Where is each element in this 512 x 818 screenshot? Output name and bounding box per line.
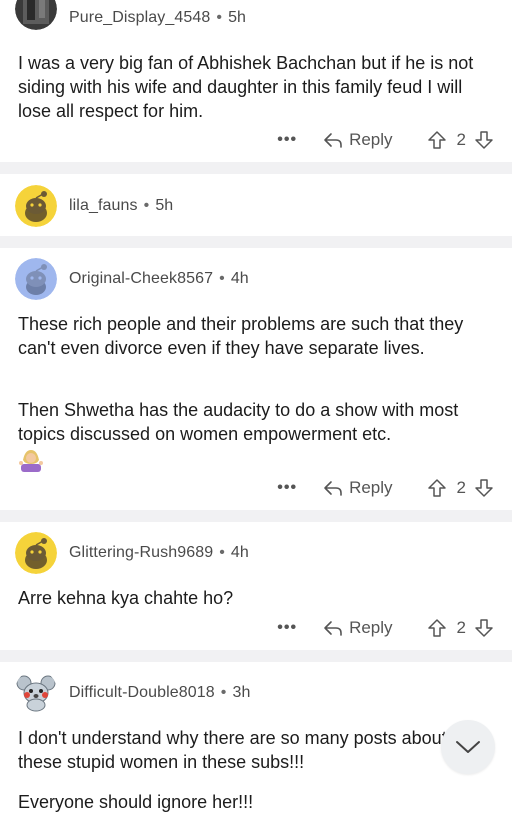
comment-meta: Difficult-Double8018 • 3h [69, 684, 251, 702]
timestamp: 4h [230, 270, 249, 287]
comment-text: I was a very big fan of Abhishek Bachcha… [18, 53, 474, 121]
comment-meta: Original-Cheek8567 • 4h [69, 270, 249, 288]
reply-label: Reply [349, 478, 393, 497]
reply-arrow-icon [324, 621, 342, 636]
reply-button[interactable]: Reply [323, 478, 393, 498]
timestamp: 5h [155, 197, 174, 214]
timestamp: 3h [232, 684, 251, 701]
dark-avatar-icon [15, 0, 57, 30]
timestamp: 4h [230, 544, 249, 561]
upvote-icon[interactable] [427, 130, 447, 150]
meta-dot: • [219, 544, 225, 561]
comment-glittering-rush: Glittering-Rush9689 • 4h Arre kehna kya ch… [0, 522, 512, 650]
username[interactable]: lila_fauns [69, 197, 138, 214]
comment-separator [0, 650, 512, 662]
woman-shrugging-emoji [19, 450, 43, 472]
vote-count: 2 [456, 618, 466, 637]
comment-actions: ••• Reply 2 [277, 125, 494, 155]
comment-meta: Glittering-Rush9689 • 4h [69, 544, 249, 562]
upvote-icon[interactable] [427, 618, 447, 638]
chevron-down-icon [456, 741, 480, 753]
comment-meta: Pure_Display_4548 • 5h [69, 9, 246, 27]
yellow-snoo-avatar-icon [15, 185, 57, 227]
avatar[interactable] [15, 670, 57, 712]
scroll-down-button[interactable] [441, 720, 495, 774]
downvote-icon[interactable] [474, 130, 494, 150]
meta-dot: • [219, 270, 225, 287]
comment-paragraph: Everyone should ignore her!!! [18, 792, 254, 812]
comment-original-cheek: Original-Cheek8567 • 4h These rich people … [0, 248, 512, 510]
koala-snoo-avatar-icon [15, 670, 57, 712]
avatar[interactable] [15, 258, 57, 300]
reply-button[interactable]: Reply [323, 130, 393, 150]
timestamp: 5h [228, 9, 247, 26]
avatar[interactable] [15, 0, 57, 30]
comment-paragraph: I don't understand why there are so many… [18, 728, 447, 772]
reply-button[interactable]: Reply [323, 618, 393, 638]
comment-separator [0, 510, 512, 522]
more-options-button[interactable]: ••• [277, 619, 297, 637]
comment-meta: lila_fauns • 5h [69, 197, 173, 215]
yellow-snoo-avatar-icon [15, 532, 57, 574]
comment-difficult-double: Difficult-Double8018 • 3h I don't understa… [0, 662, 512, 818]
vote-count: 2 [456, 478, 466, 497]
username[interactable]: Difficult-Double8018 [69, 684, 215, 701]
reply-arrow-icon [324, 481, 342, 496]
reply-label: Reply [349, 130, 393, 149]
reply-arrow-icon [324, 133, 342, 148]
upvote-icon[interactable] [427, 478, 447, 498]
more-options-button[interactable]: ••• [277, 479, 297, 497]
comment-text: Arre kehna kya chahte ho? [18, 588, 234, 608]
comment-separator [0, 162, 512, 174]
more-options-button[interactable]: ••• [277, 131, 297, 149]
meta-dot: • [216, 9, 223, 26]
downvote-icon[interactable] [474, 618, 494, 638]
comment-paragraph: Then Shwetha has the audacity to do a sh… [18, 400, 459, 444]
username[interactable]: Glittering-Rush9689 [69, 544, 213, 561]
meta-dot: • [143, 197, 150, 214]
vote-control: 2 [427, 130, 494, 150]
username[interactable]: Pure_Display_4548 [69, 9, 210, 26]
comment-pure-display: Pure_Display_4548 • 5h I was a very big fa… [0, 0, 512, 162]
comment-lila-fauns[interactable]: lila_fauns • 5h [0, 174, 512, 236]
reply-label: Reply [349, 618, 393, 637]
comment-actions: ••• Reply 2 [277, 613, 494, 643]
avatar[interactable] [15, 185, 57, 227]
blue-snoo-avatar-icon [15, 258, 57, 300]
avatar[interactable] [15, 532, 57, 574]
comment-separator [0, 236, 512, 248]
username[interactable]: Original-Cheek8567 [69, 270, 213, 287]
vote-control: 2 [427, 618, 494, 638]
vote-control: 2 [427, 478, 494, 498]
downvote-icon[interactable] [474, 478, 494, 498]
vote-count: 2 [456, 130, 466, 149]
meta-dot: • [220, 684, 227, 701]
comment-actions: ••• Reply 2 [277, 473, 494, 503]
comment-paragraph: These rich people and their problems are… [18, 314, 464, 358]
